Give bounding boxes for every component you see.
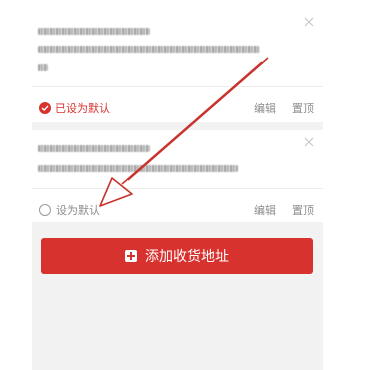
divider (32, 86, 323, 87)
blurred-recipient-info (38, 145, 150, 152)
close-icon[interactable] (303, 136, 315, 148)
radio-circle-icon[interactable] (39, 204, 51, 216)
check-circle-icon (39, 102, 51, 114)
set-default-option[interactable]: 设为默认 (39, 202, 100, 218)
default-status: 已设为默认 (39, 100, 110, 116)
blurred-address-line (38, 165, 238, 172)
pin-to-top-link[interactable]: 置顶 (292, 100, 314, 116)
close-icon[interactable] (303, 16, 315, 28)
address-card: 已设为默认 编辑 置顶 (32, 0, 323, 122)
divider (32, 188, 323, 189)
plus-square-icon (125, 250, 137, 262)
blurred-address-line (38, 64, 48, 71)
add-address-label: 添加收货地址 (145, 249, 229, 265)
set-default-label[interactable]: 设为默认 (56, 202, 100, 218)
default-status-label: 已设为默认 (55, 102, 110, 115)
blurred-recipient-info (38, 28, 150, 35)
blurred-address-line (38, 46, 260, 53)
edit-link[interactable]: 编辑 (254, 202, 276, 218)
pin-to-top-link[interactable]: 置顶 (292, 202, 314, 218)
edit-link[interactable]: 编辑 (254, 100, 276, 116)
add-address-button[interactable]: 添加收货地址 (41, 238, 313, 274)
address-card: 设为默认 编辑 置顶 (32, 130, 323, 222)
